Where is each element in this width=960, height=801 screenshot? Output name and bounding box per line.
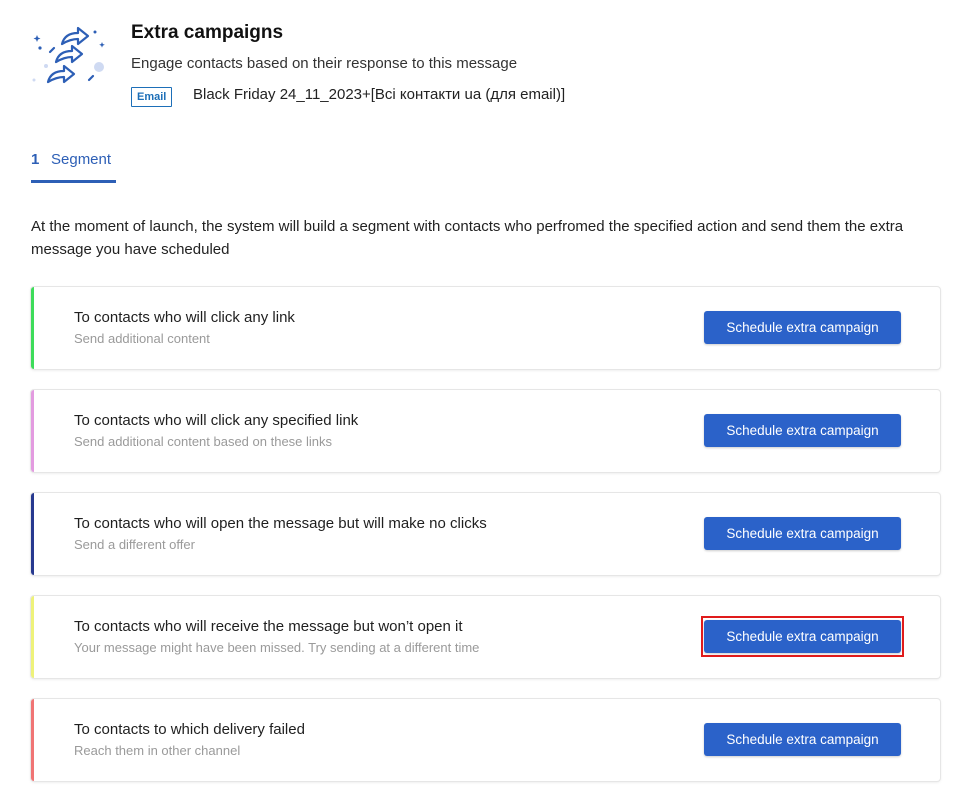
card-accent xyxy=(31,287,34,369)
schedule-extra-campaign-button[interactable]: Schedule extra campaign xyxy=(704,723,901,756)
tab-step-number: 1 xyxy=(31,151,40,168)
schedule-extra-campaign-button[interactable]: Schedule extra campaign xyxy=(704,620,901,653)
card-accent xyxy=(31,699,34,781)
card-subtitle: Send a different offer xyxy=(74,537,195,552)
page-subtitle: Engage contacts based on their response … xyxy=(131,55,518,72)
card-open-no-clicks: To contacts who will open the message bu… xyxy=(31,493,940,575)
card-title: To contacts who will click any specified… xyxy=(74,412,359,429)
segment-description: At the moment of launch, the system will… xyxy=(31,218,904,258)
card-click-any-link: To contacts who will click any link Send… xyxy=(31,287,940,369)
card-delivery-failed: To contacts to which delivery failed Rea… xyxy=(31,699,940,781)
card-title: To contacts to which delivery failed xyxy=(74,721,305,738)
card-subtitle: Send additional content based on these l… xyxy=(74,434,333,449)
schedule-extra-campaign-button[interactable]: Schedule extra campaign xyxy=(704,517,901,550)
tab-segment[interactable]: 1 Segment xyxy=(31,150,116,183)
schedule-extra-campaign-button[interactable]: Schedule extra campaign xyxy=(704,414,901,447)
card-subtitle: Your message might have been missed. Try… xyxy=(74,640,480,655)
card-title: To contacts who will receive the message… xyxy=(74,618,463,635)
page-title: Extra campaigns xyxy=(131,22,284,43)
card-subtitle: Send additional content xyxy=(74,331,210,346)
card-click-specified-link: To contacts who will click any specified… xyxy=(31,390,940,472)
schedule-extra-campaign-button[interactable]: Schedule extra campaign xyxy=(704,311,901,344)
card-subtitle: Reach them in other channel xyxy=(74,743,241,758)
card-accent xyxy=(31,493,34,575)
tab-active-indicator xyxy=(31,180,116,183)
share-arrows-icon xyxy=(32,26,105,84)
step-tabs: 1 Segment xyxy=(31,150,116,188)
campaign-name: Black Friday 24_11_2023+[Всі контакти ua… xyxy=(193,86,566,103)
channel-badge: Email xyxy=(131,87,173,107)
card-received-not-opened: To contacts who will receive the message… xyxy=(31,596,940,678)
header: Extra campaigns Engage contacts based on… xyxy=(28,18,928,118)
card-title: To contacts who will click any link xyxy=(74,309,295,326)
card-accent xyxy=(31,390,34,472)
tab-label: Segment xyxy=(51,151,112,168)
card-title: To contacts who will open the message bu… xyxy=(74,515,487,532)
card-accent xyxy=(31,596,34,678)
